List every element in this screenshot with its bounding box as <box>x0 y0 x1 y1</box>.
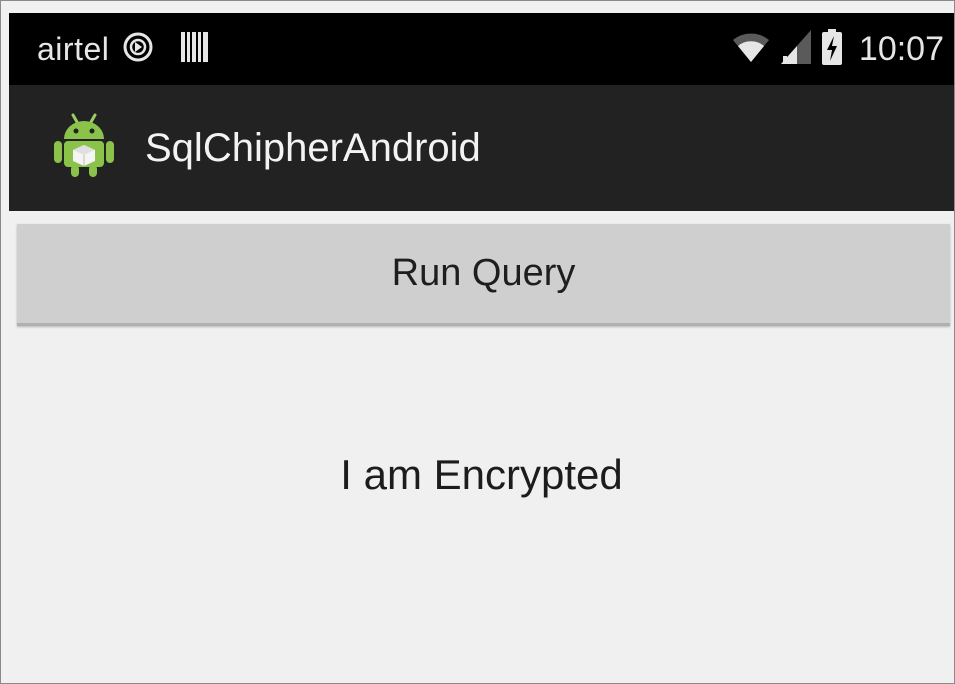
action-bar: SqlChipherAndroid <box>9 85 954 215</box>
signal-icon <box>780 29 811 69</box>
run-query-button[interactable]: Run Query <box>17 224 950 326</box>
status-right: 10:07 <box>731 13 944 85</box>
result-text: I am Encrypted <box>340 451 623 498</box>
barcode-icon <box>181 31 209 67</box>
wifi-icon <box>731 30 771 69</box>
sync-icon <box>121 30 155 69</box>
carrier-name: airtel <box>37 30 110 67</box>
clock: 10:07 <box>858 29 944 68</box>
status-left: airtel <box>37 13 209 85</box>
android-icon[interactable] <box>49 109 119 179</box>
status-bar: airtel 10:07 <box>9 13 954 85</box>
app-title: SqlChipherAndroid <box>145 125 481 170</box>
phone-screen: airtel 10:07 SqlChipherAndroid Run Query… <box>0 0 955 684</box>
main-content: Run Query I am Encrypted <box>9 211 954 683</box>
battery-charging-icon <box>821 28 843 70</box>
